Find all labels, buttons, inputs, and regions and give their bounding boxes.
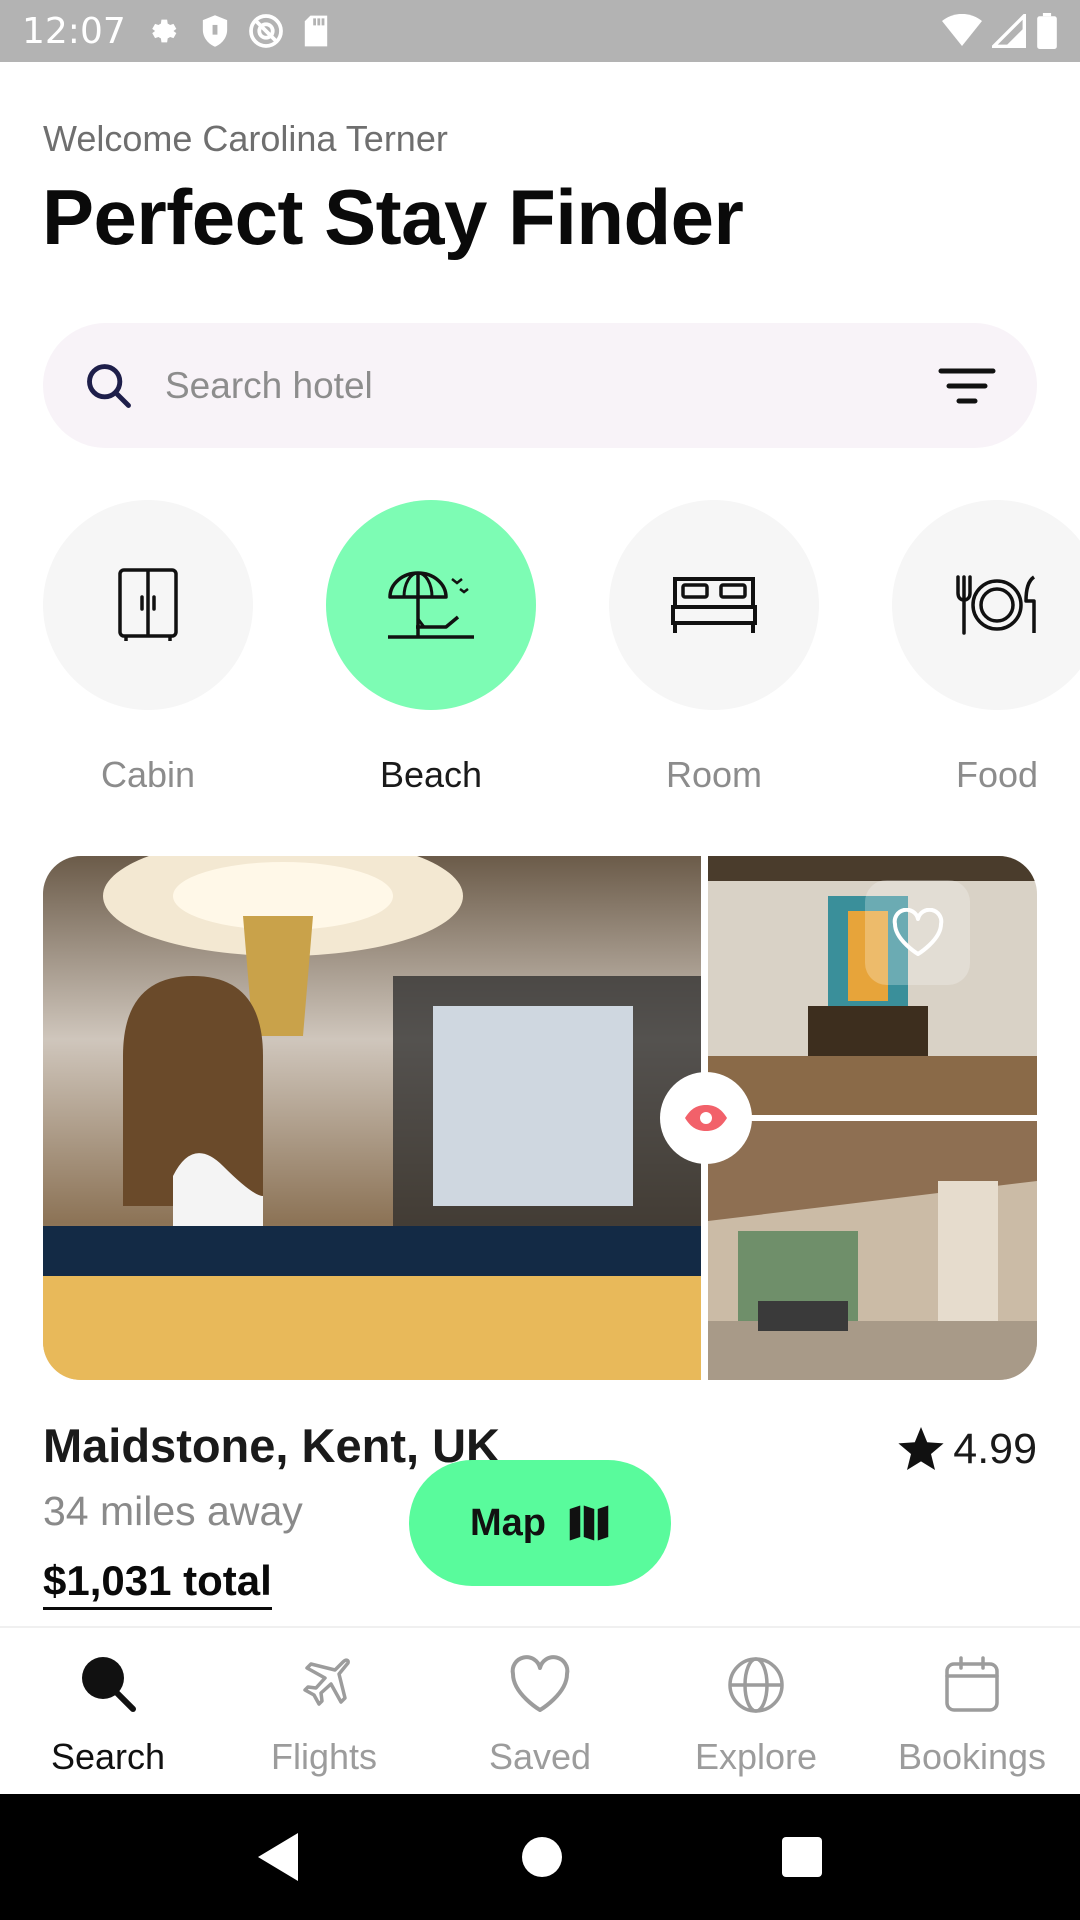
category-label: Room xyxy=(665,754,763,795)
hotel-photo-lounge[interactable] xyxy=(708,1121,1037,1380)
search-icon xyxy=(82,1657,136,1712)
eye-icon xyxy=(685,1105,727,1131)
search-icon xyxy=(87,363,131,408)
nav-label: Explore xyxy=(694,1736,818,1777)
filter-icon[interactable] xyxy=(937,361,997,411)
category-label: Food xyxy=(955,754,1039,795)
category-cabin-circle xyxy=(43,500,253,710)
favorite-button[interactable] xyxy=(865,880,970,985)
heart-icon xyxy=(892,907,943,956)
wifi-icon xyxy=(942,14,982,46)
bed-icon xyxy=(671,577,757,633)
status-left-icons xyxy=(148,13,330,49)
status-bar: 12:07 xyxy=(0,0,1080,62)
system-navigation-bar xyxy=(0,1794,1080,1920)
cabinet-icon xyxy=(118,568,178,641)
plate-cutlery-icon xyxy=(956,575,1036,635)
signal-icon xyxy=(992,14,1026,48)
search-bar[interactable] xyxy=(43,323,1037,448)
do-not-disturb-icon xyxy=(248,14,283,48)
airplane-icon xyxy=(303,1658,350,1706)
map-button[interactable]: Map xyxy=(409,1460,671,1586)
status-right-icons xyxy=(942,13,1058,49)
nav-item-explore[interactable]: Explore xyxy=(648,1628,864,1794)
welcome-text: Welcome Carolina Terner xyxy=(43,118,448,159)
category-label: Cabin xyxy=(100,754,196,795)
nav-item-bookings[interactable]: Bookings xyxy=(864,1628,1080,1794)
view-photos-button[interactable] xyxy=(660,1072,752,1164)
category-beach-circle xyxy=(326,500,536,710)
listing-location: Maidstone, Kent, UK xyxy=(43,1419,500,1472)
category-label: Beach xyxy=(379,754,483,795)
heart-icon xyxy=(510,1655,570,1712)
nav-label: Bookings xyxy=(897,1736,1047,1777)
back-icon[interactable] xyxy=(258,1833,302,1881)
calendar-icon xyxy=(945,1656,999,1712)
bottom-navigation: Search Flights Saved Explore Bookings xyxy=(0,1626,1080,1794)
hotel-photo-lobby[interactable] xyxy=(43,856,701,1380)
listing-rating: 4.99 xyxy=(897,1425,1037,1474)
nav-item-saved[interactable]: Saved xyxy=(432,1628,648,1794)
listing-distance: 34 miles away xyxy=(43,1488,303,1534)
nav-label: Search xyxy=(50,1736,166,1777)
beach-umbrella-icon xyxy=(388,571,474,639)
nav-label: Flights xyxy=(270,1736,378,1777)
battery-icon xyxy=(1037,13,1057,49)
category-food-circle xyxy=(892,500,1080,710)
search-input[interactable] xyxy=(165,364,937,407)
category-room-circle xyxy=(609,500,819,710)
star-icon xyxy=(898,1426,944,1470)
category-beach[interactable]: Beach xyxy=(326,500,536,796)
globe-icon xyxy=(728,1657,784,1713)
shield-icon xyxy=(202,15,227,47)
nav-item-search[interactable]: Search xyxy=(0,1628,216,1794)
sd-card-icon xyxy=(304,15,327,47)
category-cabin[interactable]: Cabin xyxy=(43,500,253,796)
page-title: Perfect Stay Finder xyxy=(42,173,744,261)
recents-icon[interactable] xyxy=(782,1837,822,1877)
listing-price[interactable]: $1,031 total xyxy=(43,1557,272,1610)
category-room[interactable]: Room xyxy=(609,500,819,796)
map-button-label: Map xyxy=(470,1501,546,1544)
category-list: Cabin Beach Room Food xyxy=(43,500,1080,800)
status-time: 12:07 xyxy=(22,10,126,52)
nav-label: Saved xyxy=(488,1736,592,1777)
rating-value: 4.99 xyxy=(953,1425,1037,1473)
home-icon[interactable] xyxy=(522,1837,562,1877)
settings-icon xyxy=(152,19,177,43)
map-icon xyxy=(569,1505,609,1541)
nav-item-flights[interactable]: Flights xyxy=(216,1628,432,1794)
category-food[interactable]: Food xyxy=(892,500,1080,796)
